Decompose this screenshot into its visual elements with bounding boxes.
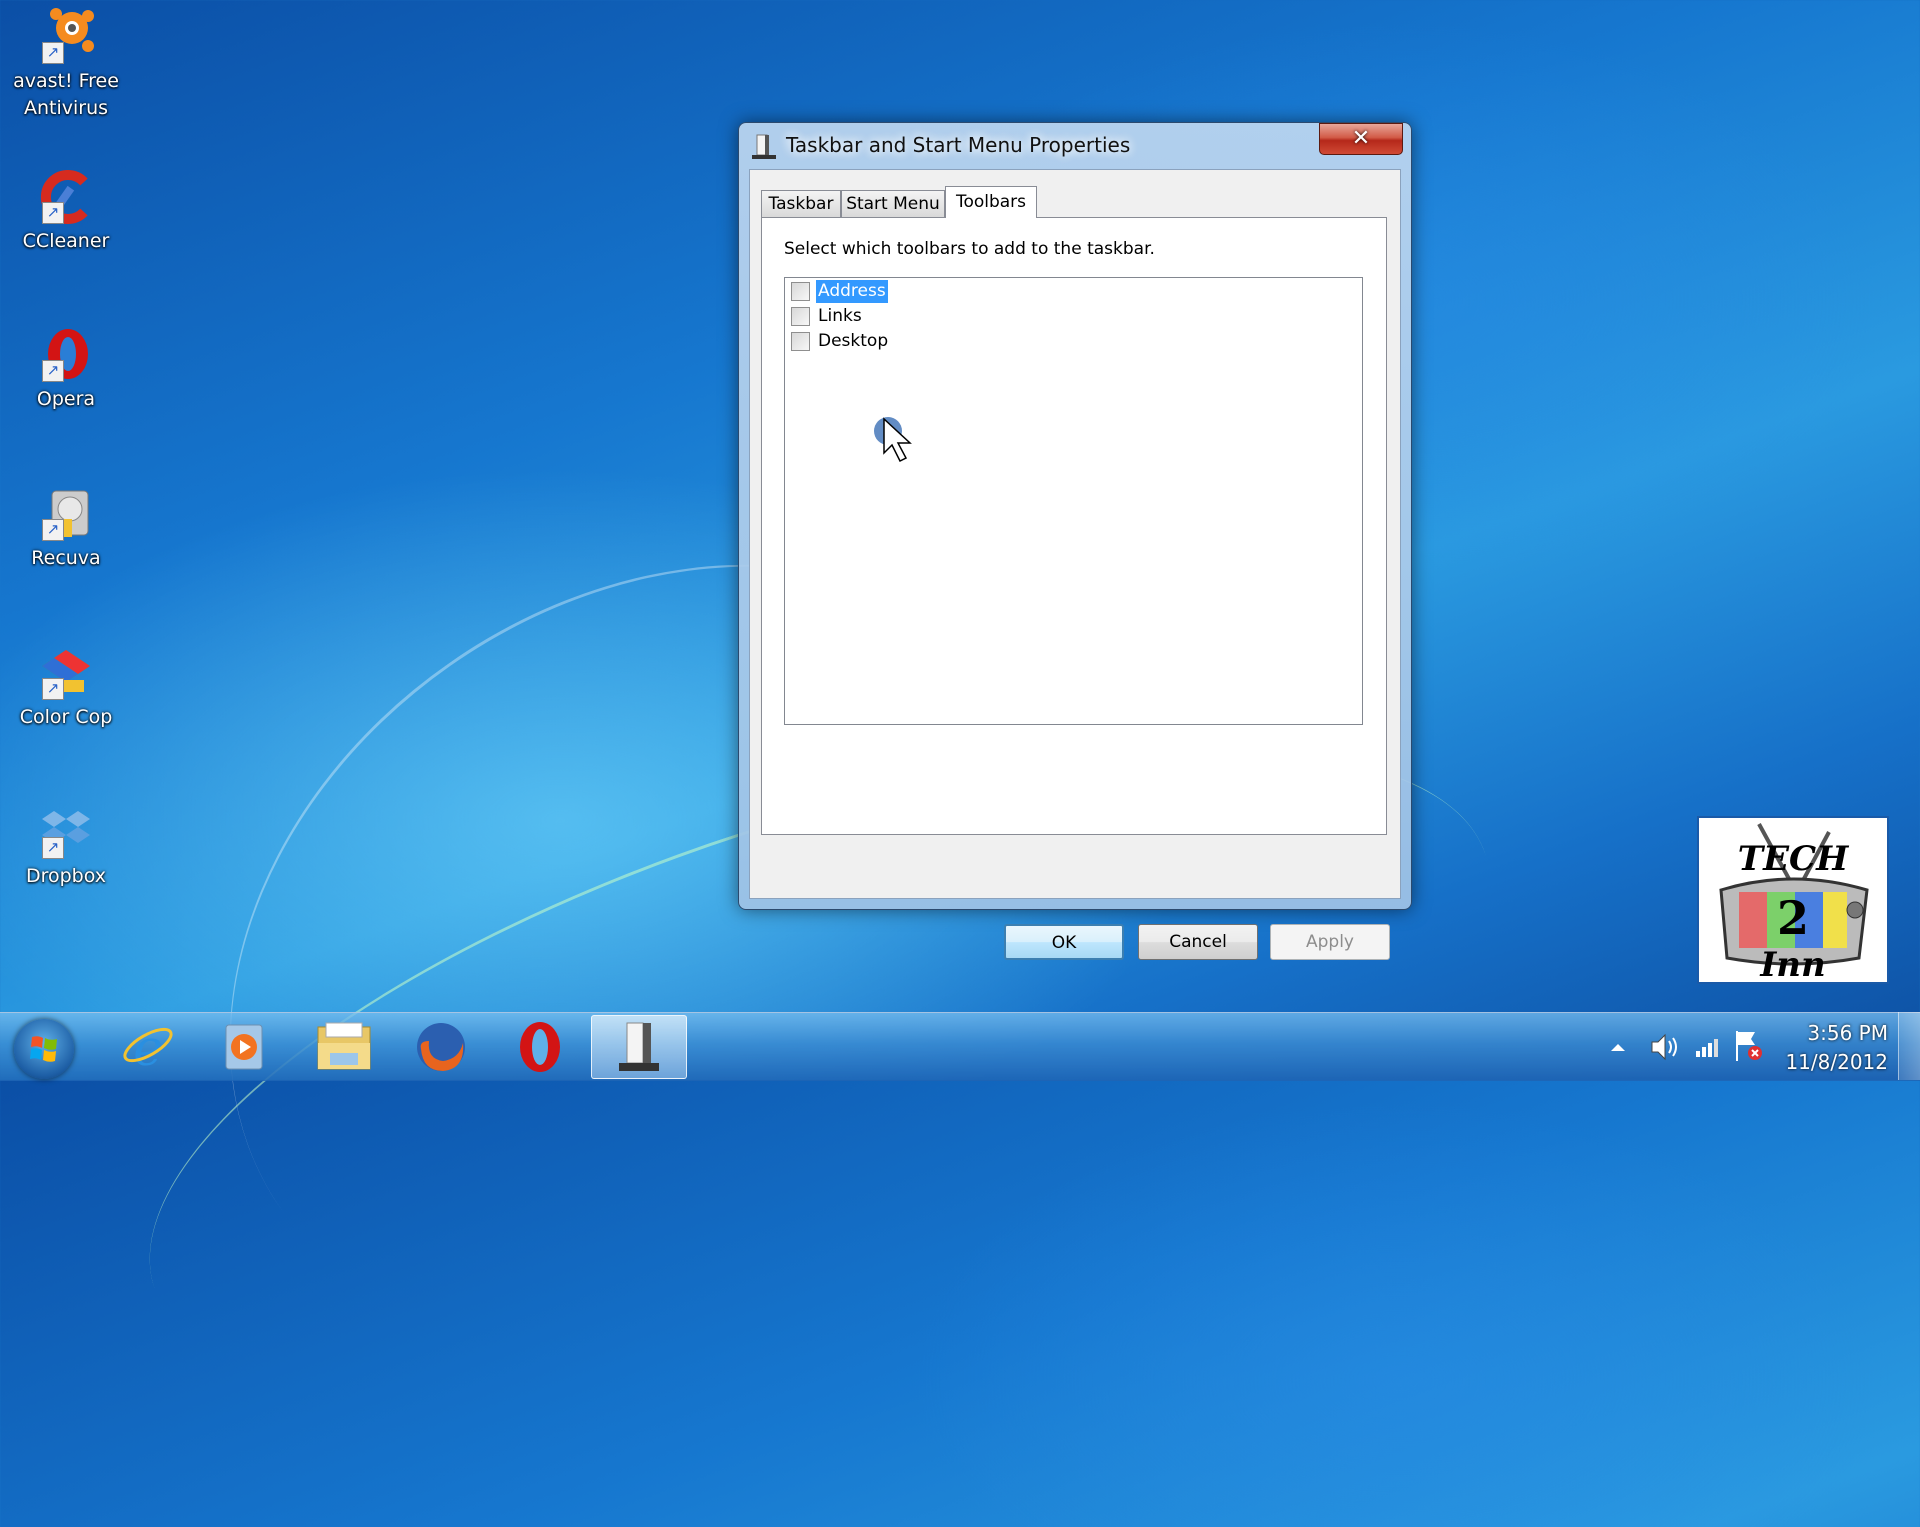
close-button[interactable]: ✕ xyxy=(1319,123,1403,155)
action-center-button[interactable] xyxy=(1733,1029,1765,1063)
toolbars-list[interactable]: Address Links Desktop xyxy=(784,277,1363,725)
taskbar-firefox[interactable] xyxy=(393,1015,489,1079)
desktop-icon-dropbox[interactable]: ↗ Dropbox xyxy=(6,803,126,890)
ccleaner-icon: ↗ xyxy=(38,168,94,224)
taskbar-properties-icon xyxy=(751,134,777,160)
speaker-icon xyxy=(1651,1033,1677,1061)
desktop-icon-colorcop[interactable]: ↗ Color Cop xyxy=(6,644,126,731)
list-item-label: Address xyxy=(816,280,888,303)
taskbar: e xyxy=(0,1012,1920,1081)
tech2inn-logo: TECH 2 Inn xyxy=(1697,816,1889,985)
tab-taskbar[interactable]: Taskbar xyxy=(761,190,841,217)
list-item-links[interactable]: Links xyxy=(791,304,864,329)
desktop-icon-opera[interactable]: ↗ Opera xyxy=(6,326,126,413)
show-desktop-button[interactable] xyxy=(1898,1012,1920,1080)
taskbar-ie[interactable]: e xyxy=(100,1015,196,1079)
instruction-text: Select which toolbars to add to the task… xyxy=(784,239,1155,259)
taskbar-properties-dialog: Taskbar and Start Menu Properties ✕ Task… xyxy=(738,122,1412,960)
network-signal-icon xyxy=(1696,1039,1718,1057)
firefox-icon xyxy=(417,1023,465,1071)
taskbar-properties-icon xyxy=(619,1022,659,1071)
apply-button[interactable]: Apply xyxy=(1270,924,1390,960)
opera-icon: ↗ xyxy=(38,326,94,382)
desktop-icon-label: avast! Free xyxy=(13,70,119,92)
logo-text-tech: TECH xyxy=(1738,839,1850,879)
opera-icon xyxy=(520,1022,560,1072)
desktop-icon-label: Color Cop xyxy=(19,706,113,728)
desktop-icon-label: Dropbox xyxy=(25,865,107,887)
shortcut-arrow-icon: ↗ xyxy=(42,360,64,382)
colorcop-icon: ↗ xyxy=(38,644,94,700)
action-center-flag-icon xyxy=(1736,1031,1762,1061)
svg-text:e: e xyxy=(133,1019,163,1075)
folder-icon xyxy=(317,1022,371,1070)
desktop-icon-avast[interactable]: ↗ avast! Free Antivirus xyxy=(6,8,126,122)
clock-date: 11/8/2012 xyxy=(1785,1050,1888,1074)
media-player-icon xyxy=(225,1024,263,1070)
desktop-icon-label: Recuva xyxy=(31,547,101,569)
clock-time: 3:56 PM xyxy=(1807,1021,1888,1045)
tab-toolbars[interactable]: Toolbars xyxy=(945,186,1037,218)
taskbar-media-player[interactable] xyxy=(196,1015,292,1079)
taskbar-taskbar-properties[interactable] xyxy=(591,1015,687,1079)
close-icon: ✕ xyxy=(1351,126,1371,151)
desktop-icon-ccleaner[interactable]: ↗ CCleaner xyxy=(6,168,126,255)
cancel-button[interactable]: Cancel xyxy=(1138,924,1258,960)
taskbar-explorer[interactable] xyxy=(296,1015,392,1079)
shortcut-arrow-icon: ↗ xyxy=(42,678,64,700)
logo-text-inn: Inn xyxy=(1759,945,1825,982)
logo-text-2: 2 xyxy=(1777,891,1809,945)
desktop-icon-recuva[interactable]: ↗ Recuva xyxy=(6,485,126,572)
shortcut-arrow-icon: ↗ xyxy=(42,202,64,224)
links-checkbox[interactable] xyxy=(791,307,810,326)
address-checkbox[interactable] xyxy=(791,282,810,301)
list-item-address[interactable]: Address xyxy=(791,279,888,304)
shortcut-arrow-icon: ↗ xyxy=(42,42,64,64)
recuva-icon: ↗ xyxy=(38,485,94,541)
volume-button[interactable] xyxy=(1648,1031,1680,1063)
dialog-client-area: Taskbar Start Menu Toolbars Select which… xyxy=(749,169,1401,899)
toolbars-panel: Select which toolbars to add to the task… xyxy=(761,217,1387,835)
ok-button[interactable]: OK xyxy=(1004,924,1124,960)
windows-logo-icon xyxy=(30,1036,57,1062)
system-clock[interactable]: 3:56 PM 11/8/2012 xyxy=(1768,1019,1888,1077)
ie-icon: e xyxy=(123,1019,173,1075)
list-item-label: Desktop xyxy=(818,331,889,351)
dialog-title: Taskbar and Start Menu Properties xyxy=(786,133,1131,157)
shortcut-arrow-icon: ↗ xyxy=(42,519,64,541)
start-button[interactable] xyxy=(14,1019,74,1079)
chevron-up-icon xyxy=(1611,1044,1625,1051)
network-button[interactable] xyxy=(1693,1033,1721,1061)
dropbox-icon: ↗ xyxy=(38,803,94,859)
taskbar-opera[interactable] xyxy=(492,1015,588,1079)
tab-start-menu[interactable]: Start Menu xyxy=(841,190,945,217)
show-hidden-icons-button[interactable] xyxy=(1608,1037,1628,1057)
shortcut-arrow-icon: ↗ xyxy=(42,837,64,859)
desktop-icon-label: Antivirus xyxy=(23,97,109,119)
list-item-desktop[interactable]: Desktop xyxy=(791,329,890,354)
list-item-label: Links xyxy=(818,306,862,326)
desktop-icon-label: Opera xyxy=(36,388,96,410)
avast-icon: ↗ xyxy=(38,8,94,64)
dialog-title-bar[interactable]: Taskbar and Start Menu Properties ✕ xyxy=(739,123,1411,169)
desktop-checkbox[interactable] xyxy=(791,332,810,351)
mouse-cursor-icon xyxy=(870,413,930,469)
desktop-icon-label: CCleaner xyxy=(22,230,110,252)
